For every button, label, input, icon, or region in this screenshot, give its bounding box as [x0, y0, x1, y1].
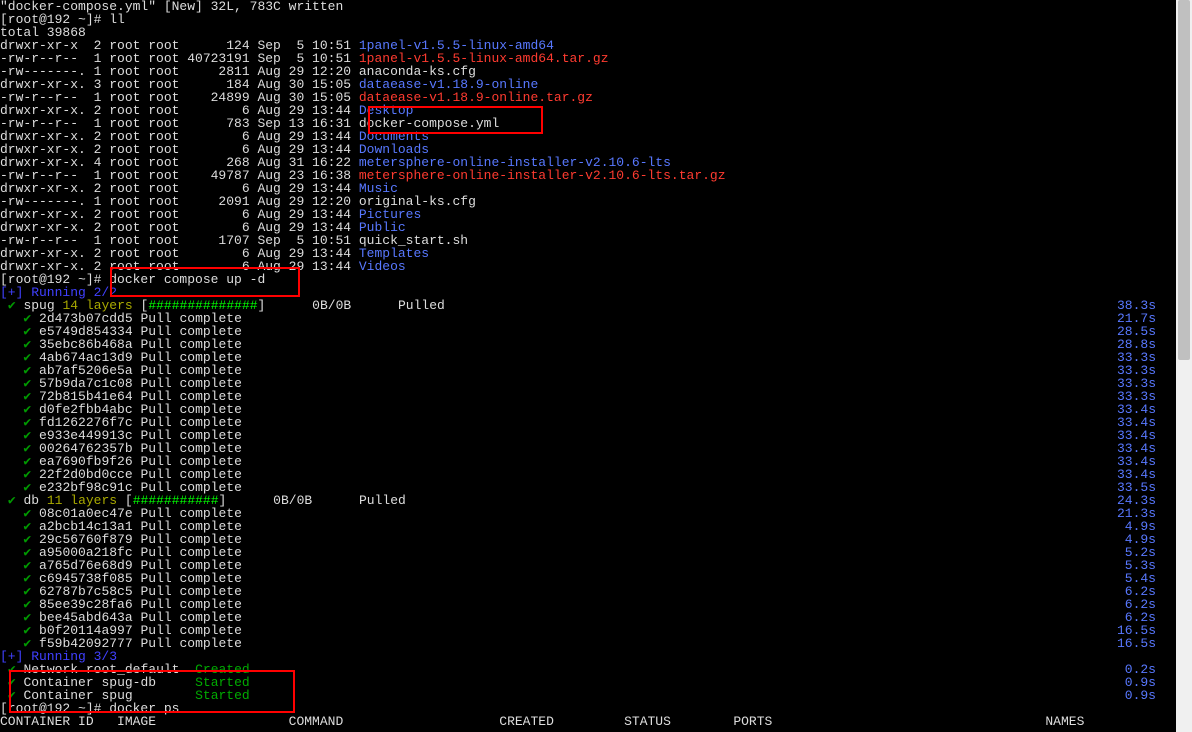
- prompt-line-2: [root@192 ~]# docker compose up -d: [0, 273, 1176, 286]
- layer-row: ✔ f59b42092777 Pull complete16.5s: [0, 637, 1176, 650]
- compose-containers: ✔ Network root_default Created0.2s ✔ Con…: [0, 663, 1176, 702]
- ls-output: drwxr-xr-x 2 root root 124 Sep 5 10:51 1…: [0, 39, 1176, 273]
- scroll-thumb[interactable]: [1178, 0, 1190, 360]
- docker-ps-header: CONTAINER ID IMAGE COMMAND CREATED STATU…: [0, 715, 1176, 728]
- terminal-area[interactable]: "docker-compose.yml" [New] 32L, 783C wri…: [0, 0, 1176, 732]
- compose-spug-layers: ✔ 2d473b07cdd5 Pull complete21.7s ✔ e574…: [0, 312, 1176, 494]
- vim-status-line: "docker-compose.yml" [New] 32L, 783C wri…: [0, 0, 1176, 13]
- container-row: ✔ Container spug Started0.9s: [0, 689, 1176, 702]
- prompt-line-1: [root@192 ~]# ll: [0, 13, 1176, 26]
- scrollbar[interactable]: [1176, 0, 1192, 732]
- compose-db-layers: ✔ 08c01a0ec47e Pull complete21.3s ✔ a2bc…: [0, 507, 1176, 650]
